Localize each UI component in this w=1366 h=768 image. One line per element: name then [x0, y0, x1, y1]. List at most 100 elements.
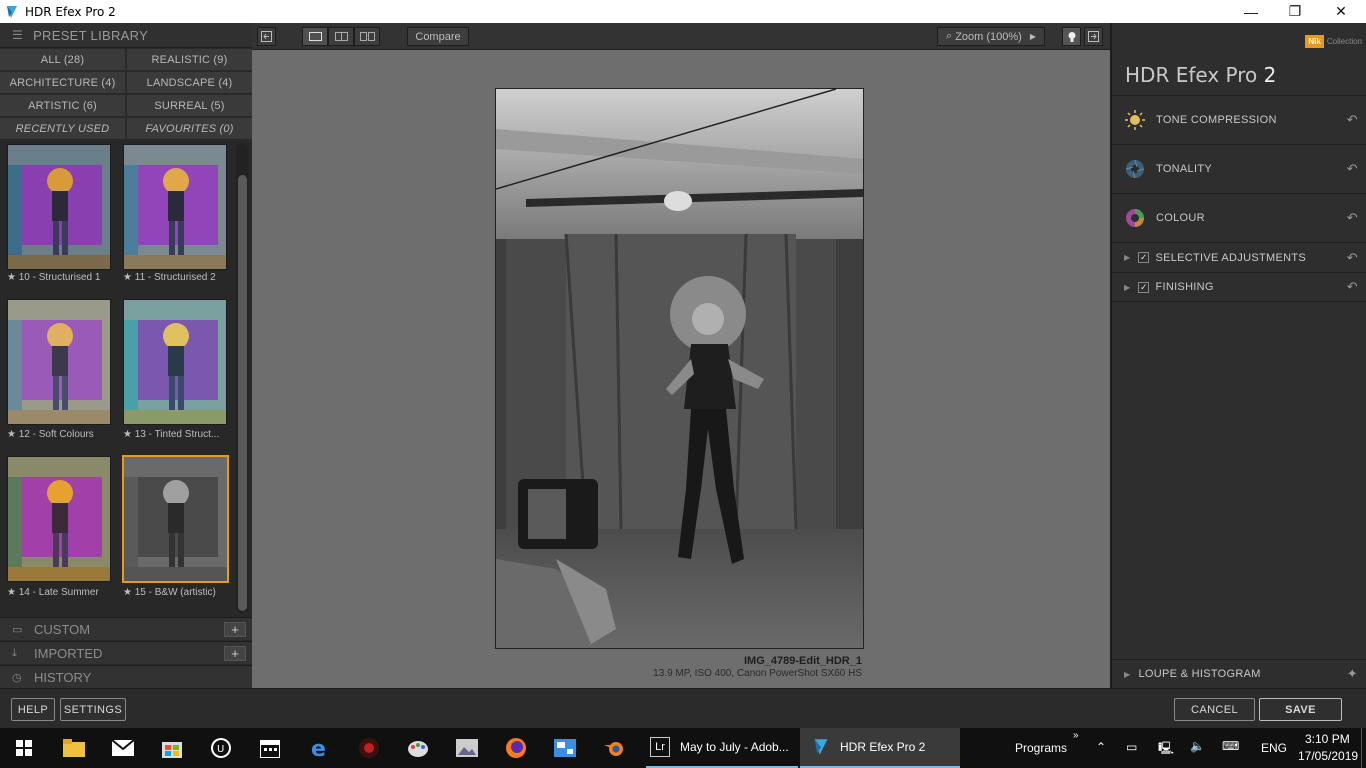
minimize-button[interactable]: — [1228, 0, 1274, 23]
save-button[interactable]: SAVE [1259, 698, 1342, 721]
preset-scrollbar-thumb[interactable] [238, 175, 247, 611]
add-custom-button[interactable]: + [224, 621, 246, 637]
section-tone-compression[interactable]: TONE COMPRESSION ↶ [1112, 95, 1366, 144]
firefox-icon[interactable] [504, 736, 528, 760]
store-icon[interactable] [160, 736, 184, 760]
preset-library-title: PRESET LIBRARY [33, 27, 149, 43]
lightbulb-icon[interactable] [1062, 27, 1081, 46]
reset-icon[interactable]: ↶ [1347, 161, 1358, 177]
programs-expand-icon[interactable]: » [1073, 730, 1079, 741]
category-artistic[interactable]: ARTISTIC (6) [0, 95, 125, 116]
reset-icon[interactable]: ↶ [1347, 210, 1358, 226]
compare-button[interactable]: Compare [407, 27, 469, 46]
adjustments-panel: Nik Collection HDR Efex Pro 2 TONE COMPR… [1110, 23, 1366, 688]
windows-taskbar: U e Lr May to July - Adob... HDR Efex Pr… [0, 728, 1366, 768]
colour-wheel-icon [1126, 209, 1144, 227]
category-architecture[interactable]: ARCHITECTURE (4) [0, 72, 125, 93]
sun-icon [1125, 110, 1145, 130]
preset-thumb-13[interactable] [123, 299, 227, 425]
paint-icon[interactable] [406, 736, 430, 760]
section-selective-adjustments[interactable]: ▶ ✓ SELECTIVE ADJUSTMENTS ↶ [1112, 242, 1366, 272]
nik-collection-logo: Nik Collection [1305, 35, 1362, 48]
svg-text:U: U [217, 744, 224, 755]
settings-button[interactable]: SETTINGS [60, 698, 126, 721]
blender-icon[interactable] [602, 736, 626, 760]
restore-button[interactable]: ❐ [1272, 0, 1318, 23]
section-colour[interactable]: COLOUR ↶ [1112, 193, 1366, 242]
category-all[interactable]: ALL (28) [0, 49, 125, 70]
toggle-right-panel-icon[interactable] [1084, 27, 1103, 46]
split-view-icon[interactable] [328, 27, 354, 46]
cancel-button[interactable]: CANCEL [1174, 698, 1255, 721]
tray-network-icon[interactable]: 🖳 [1158, 739, 1174, 760]
edge-browser-icon[interactable]: e [308, 736, 332, 760]
control-panel-icon[interactable] [553, 736, 577, 760]
side-by-side-view-icon[interactable] [354, 27, 380, 46]
section-loupe-histogram[interactable]: ▶ LOUPE & HISTOGRAM ✦ [1112, 659, 1366, 688]
preset-label-11: ★ 11 - Structurised 2 [123, 272, 216, 283]
custom-section[interactable]: ▭ CUSTOM + [0, 617, 252, 640]
finishing-checkbox[interactable]: ✓ [1138, 281, 1150, 293]
tray-time[interactable]: 3:10 PM [1305, 732, 1350, 746]
taskbar-app-lightroom[interactable]: Lr May to July - Adob... [646, 728, 798, 768]
photos-icon[interactable] [455, 736, 479, 760]
tray-volume-icon[interactable]: 🔈 [1190, 739, 1205, 753]
preset-thumb-12[interactable] [7, 299, 111, 425]
preset-label-15: ★ 15 - B&W (artistic) [123, 587, 216, 598]
tray-chevron-up-icon[interactable]: ⌃ [1096, 740, 1106, 754]
zoom-label: Zoom (100%) [955, 30, 1022, 43]
imported-section[interactable]: ⤓ IMPORTED + [0, 641, 252, 664]
category-realistic[interactable]: REALISTIC (9) [127, 49, 252, 70]
panel-title-number: 2 [1263, 63, 1277, 87]
preset-category-grid: ALL (28) REALISTIC (9) ARCHITECTURE (4) … [0, 49, 252, 139]
taskbar-app-hdr-efex[interactable]: HDR Efex Pro 2 [800, 728, 960, 768]
preset-library-header[interactable]: ☰ PRESET LIBRARY [0, 23, 252, 48]
view-toolbar: Compare ⌕ Zoom (100%) ▶ [252, 23, 1110, 50]
preview-image[interactable] [495, 88, 864, 649]
section-tonality[interactable]: TONALITY ↶ [1112, 144, 1366, 193]
single-view-icon[interactable] [302, 27, 328, 46]
selective-adjustments-checkbox[interactable]: ✓ [1138, 252, 1150, 263]
windows-start-icon[interactable] [12, 736, 36, 760]
history-section[interactable]: ◷ HISTORY [0, 665, 252, 688]
mail-icon[interactable] [111, 736, 135, 760]
category-surreal[interactable]: SURREAL (5) [127, 95, 252, 116]
expand-arrow-icon: ▶ [1124, 282, 1131, 292]
category-favourites[interactable]: FAVOURITES (0) [127, 118, 252, 139]
show-desktop-button[interactable] [1361, 728, 1366, 768]
tray-language-label[interactable]: ENG [1261, 741, 1287, 755]
preset-thumb-11[interactable] [123, 144, 227, 270]
section-finishing[interactable]: ▶ ✓ FINISHING ↶ [1112, 272, 1366, 302]
collection-label: Collection [1326, 37, 1362, 46]
tray-date[interactable]: 17/05/2019 [1298, 749, 1358, 763]
window-titlebar: HDR Efex Pro 2 — ❐ ✕ [0, 0, 1366, 23]
preset-thumb-10[interactable] [7, 144, 111, 270]
svg-text:e: e [311, 737, 326, 759]
tray-battery-icon[interactable]: ▭ [1126, 740, 1137, 754]
preset-thumbnails: ★ 10 - Structurised 1 ★ 11 - Structurise… [0, 142, 252, 617]
zoom-arrow-icon: ▶ [1029, 32, 1036, 41]
unreal-engine-icon[interactable]: U [209, 736, 233, 760]
history-icon: ◷ [12, 671, 22, 684]
category-landscape[interactable]: LANDSCAPE (4) [127, 72, 252, 93]
programs-toolbar-label[interactable]: Programs [1015, 741, 1067, 755]
help-button[interactable]: HELP [11, 698, 55, 721]
reset-icon[interactable]: ↶ [1347, 279, 1358, 295]
preset-thumb-14[interactable] [7, 456, 111, 582]
reset-icon[interactable]: ↶ [1347, 250, 1358, 266]
zoom-dropdown[interactable]: ⌕ Zoom (100%) ▶ [937, 27, 1045, 46]
image-file-metadata: 13.9 MP, ISO 400, Canon PowerShot SX60 H… [653, 668, 862, 679]
close-button[interactable]: ✕ [1318, 0, 1364, 23]
reset-icon[interactable]: ↶ [1347, 112, 1358, 128]
image-canvas[interactable]: IMG_4789-Edit_HDR_1 13.9 MP, ISO 400, Ca… [252, 50, 1110, 688]
pin-icon[interactable]: ✦ [1347, 666, 1358, 682]
red-app-icon[interactable] [357, 736, 381, 760]
preset-thumb-15-selected[interactable] [122, 455, 229, 583]
toggle-panel-icon[interactable] [257, 27, 276, 46]
calendar-icon[interactable] [258, 736, 282, 760]
hdr-efex-app-icon [7, 5, 17, 18]
file-explorer-icon[interactable] [62, 736, 86, 760]
add-imported-button[interactable]: + [224, 645, 246, 661]
tray-keyboard-icon[interactable]: ⌨ [1222, 739, 1239, 753]
category-recently-used[interactable]: RECENTLY USED [0, 118, 125, 139]
